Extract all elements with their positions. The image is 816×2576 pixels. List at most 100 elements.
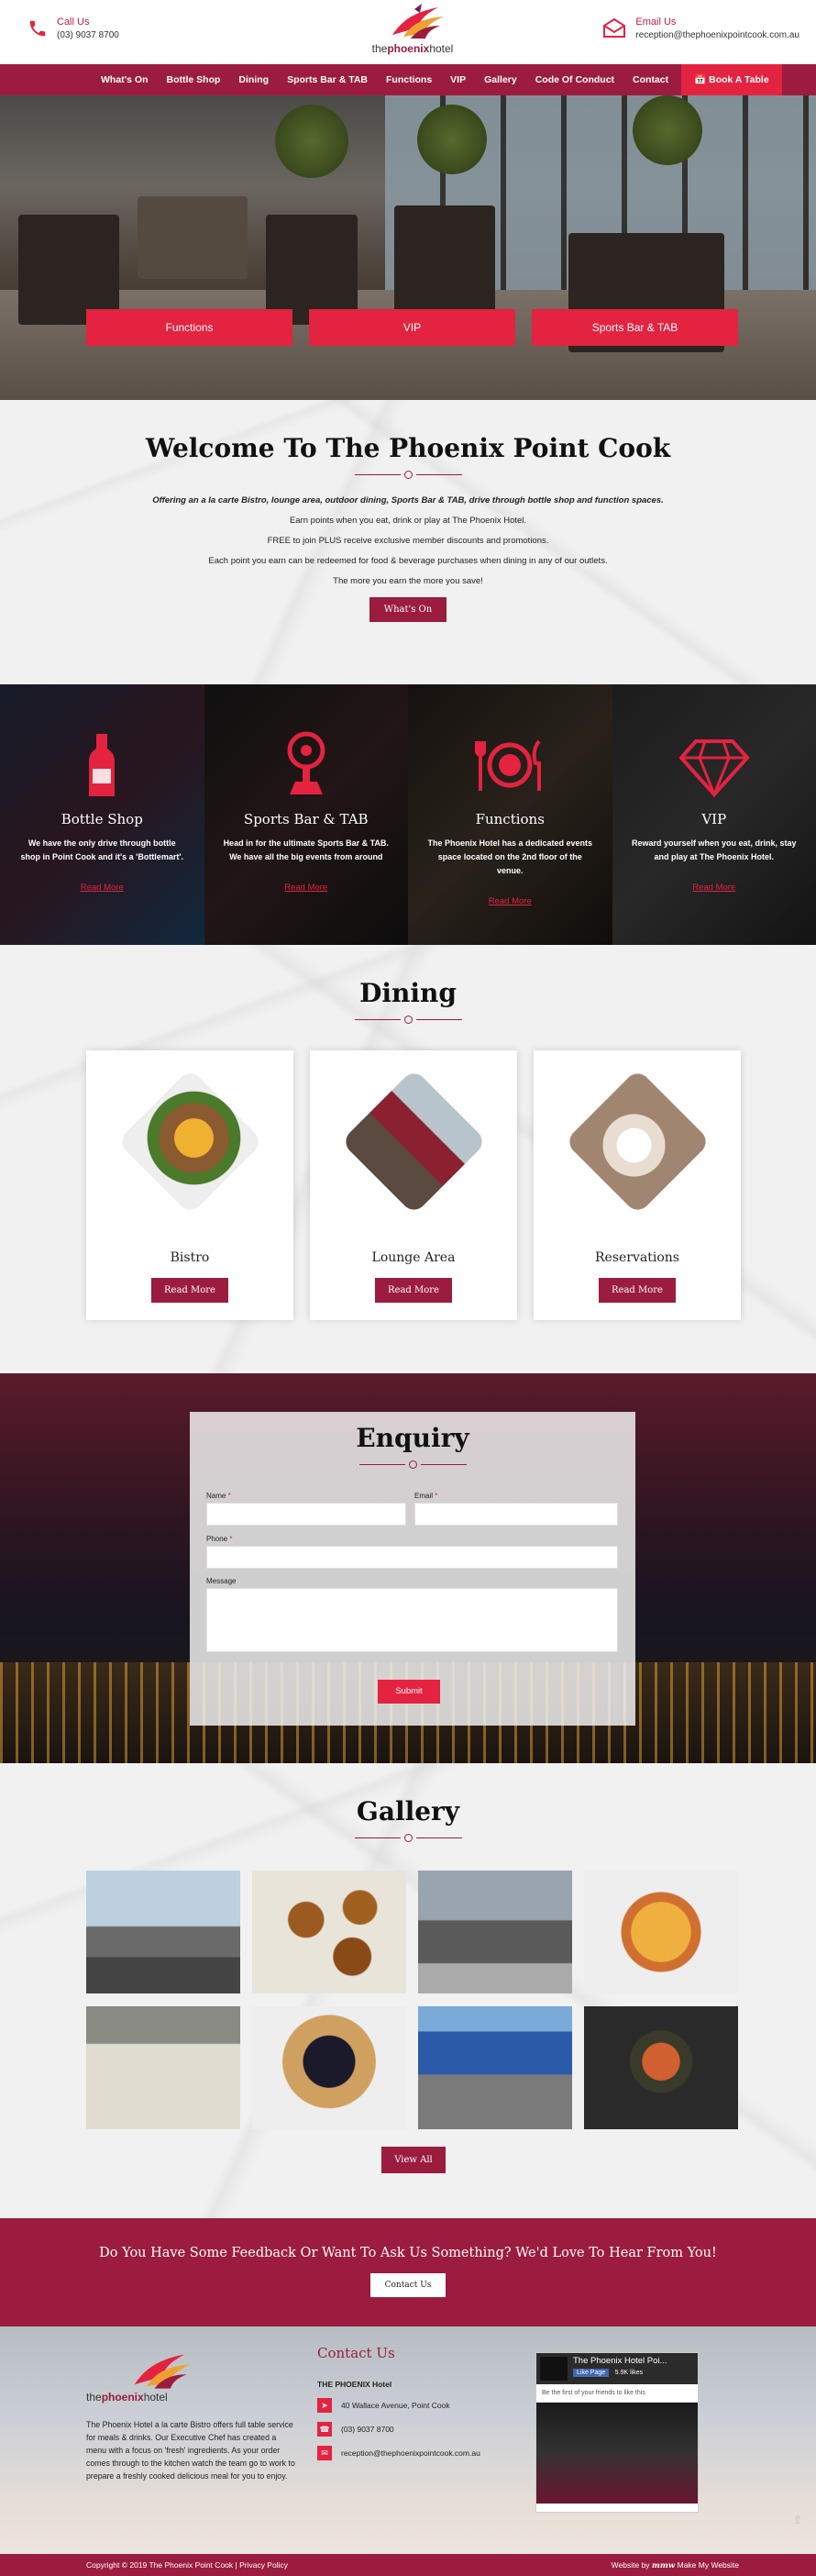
contact-address[interactable]: ➤ 40 Wallace Avenue, Point Cook (317, 2398, 501, 2413)
mmw-logo-icon: mmw (651, 2561, 676, 2570)
dining-section: Dining Bistro Read More Lounge Area Read… (0, 945, 816, 1373)
section-divider (0, 471, 816, 479)
hero-tree (633, 95, 702, 165)
welcome-line: FREE to join PLUS receive exclusive memb… (267, 536, 549, 546)
nav-item-gallery[interactable]: Gallery (475, 64, 526, 95)
service-vip: VIP Reward yourself when you eat, drink,… (612, 684, 816, 945)
gallery-image[interactable] (252, 2006, 406, 2129)
card-title: Reservations (595, 1250, 679, 1265)
hero-sports-bar-button[interactable]: Sports Bar & TAB (532, 309, 738, 346)
nav-item-sports-bar[interactable]: Sports Bar & TAB (278, 64, 377, 95)
message-field[interactable] (206, 1588, 618, 1652)
service-read-more-link[interactable]: Read More (692, 883, 735, 893)
gallery-image[interactable] (418, 2006, 572, 2129)
fb-page-avatar (540, 2357, 568, 2381)
footer-about: The Phoenix Hotel a la carte Bistro offe… (86, 2420, 295, 2481)
phone-field[interactable] (206, 1546, 618, 1569)
gallery-image[interactable] (418, 1871, 572, 1993)
footer-contact: Contact Us THE PHOENIX Hotel ➤ 40 Wallace… (317, 2345, 501, 2460)
email-us[interactable]: Email Us reception@thephoenixpointcook.c… (602, 17, 799, 40)
welcome-line: Earn points when you eat, drink or play … (289, 516, 527, 526)
phone-number[interactable]: (03) 9037 8700 (57, 30, 119, 40)
service-read-more-link[interactable]: Read More (81, 883, 124, 893)
nav-item-code-of-conduct[interactable]: Code Of Conduct (526, 64, 623, 95)
name-field[interactable] (206, 1503, 406, 1526)
hero-chair (138, 196, 248, 279)
gallery-image[interactable] (584, 2006, 738, 2129)
logo-text: thephoenixhotel (371, 42, 454, 55)
hero-functions-button[interactable]: Functions (86, 309, 292, 346)
bottle-icon (89, 734, 116, 796)
contact-phone[interactable]: ☎ (03) 9037 8700 (317, 2422, 501, 2437)
footer-logo[interactable]: thephoenixhotel (86, 2350, 205, 2405)
fb-likes-count: 5.9K likes (614, 2370, 644, 2376)
welcome-line: The more you earn the more you save! (333, 576, 483, 586)
dining-title: Dining (359, 978, 457, 1008)
service-read-more-link[interactable]: Read More (284, 883, 327, 893)
hero-vip-button[interactable]: VIP (309, 309, 515, 346)
whats-on-button[interactable]: What's On (369, 597, 447, 622)
service-text: Head in for the ultimate Sports Bar & TA… (223, 838, 389, 861)
hero-chair (394, 205, 495, 325)
bistro-image (116, 1068, 263, 1216)
nav-item-vip[interactable]: VIP (441, 64, 475, 95)
fb-post-image[interactable] (536, 2403, 698, 2504)
dining-card-lounge[interactable]: Lounge Area Read More (310, 1050, 517, 1320)
nav-item-functions[interactable]: Functions (377, 64, 441, 95)
phone-label: Phone * (206, 1535, 233, 1543)
enquiry-title: Enquiry (356, 1423, 469, 1453)
book-table-button[interactable]: 📅 Book A Table (681, 64, 782, 95)
call-us[interactable]: Call Us (03) 9037 8700 (28, 17, 119, 40)
gallery-title: Gallery (356, 1796, 460, 1827)
fb-like-button[interactable]: Like Page (573, 2369, 610, 2377)
fb-page-name[interactable]: The Phoenix Hotel Poi... (573, 2356, 698, 2366)
diamond-icon (678, 739, 750, 799)
phone-icon: ☎ (317, 2422, 332, 2437)
footer: thephoenixhotel The Phoenix Hotel a la c… (0, 2326, 816, 2554)
contact-name: THE PHOENIX Hotel (317, 2380, 392, 2389)
gallery-image[interactable] (86, 2006, 240, 2129)
envelope-icon: ✉ (317, 2446, 332, 2460)
feedback-title: Do You Have Some Feedback Or Want To Ask… (99, 2246, 717, 2260)
dining-card-bistro[interactable]: Bistro Read More (86, 1050, 293, 1320)
dining-card-reservations[interactable]: Reservations Read More (534, 1050, 741, 1320)
service-read-more-link[interactable]: Read More (489, 896, 532, 906)
fb-friends-text: Be the first of your friends to like thi… (536, 2384, 698, 2403)
card-title: Lounge Area (371, 1250, 456, 1265)
contact-email[interactable]: ✉ reception@thephoenixpointcook.com.au (317, 2446, 501, 2460)
logo[interactable]: thephoenixhotel (358, 4, 468, 61)
hero-tree (275, 105, 348, 178)
copyright-text[interactable]: Copyright © 2019 The Phoenix Point Cook … (86, 2560, 288, 2570)
card-title: Bistro (170, 1250, 210, 1265)
facebook-widget[interactable]: The Phoenix Hotel Poi... Like Page 5.9K … (535, 2352, 699, 2513)
nav-item-whats-on[interactable]: What's On (92, 64, 158, 95)
phoenix-logo-icon (134, 2354, 191, 2389)
website-credit[interactable]: Website by mmw Make My Website (612, 2560, 739, 2570)
trophy-icon (287, 731, 325, 794)
envelope-icon (603, 18, 626, 38)
phone-icon (29, 20, 46, 37)
gallery-image[interactable] (86, 1871, 240, 1993)
nav-item-contact[interactable]: Contact (623, 64, 678, 95)
contact-us-button[interactable]: Contact Us (369, 2273, 447, 2297)
service-text: Reward yourself when you eat, drink, sta… (631, 838, 797, 861)
card-read-more-button[interactable]: Read More (375, 1278, 452, 1303)
service-text: We have the only drive through bottle sh… (20, 838, 183, 861)
gallery-image[interactable] (252, 1871, 406, 1993)
view-all-button[interactable]: View All (381, 2147, 446, 2173)
card-read-more-button[interactable]: Read More (599, 1278, 676, 1303)
submit-button[interactable]: Submit (378, 1680, 440, 1704)
nav-item-dining[interactable]: Dining (229, 64, 278, 95)
card-read-more-button[interactable]: Read More (151, 1278, 228, 1303)
contact-title: Contact Us (317, 2345, 395, 2361)
scroll-to-top-icon[interactable]: ⇧ (790, 2514, 805, 2528)
gallery-image[interactable] (584, 1871, 738, 1993)
nav-item-bottle-shop[interactable]: Bottle Shop (158, 64, 230, 95)
location-icon: ➤ (317, 2398, 332, 2413)
gallery-section: Gallery View All (0, 1763, 816, 2218)
email-label: Email * (414, 1492, 438, 1500)
email-field[interactable] (414, 1503, 618, 1526)
email-address[interactable]: reception@thephoenixpointcook.com.au (635, 30, 799, 40)
hero-chair (18, 215, 119, 325)
service-title: Bottle Shop (61, 811, 143, 827)
